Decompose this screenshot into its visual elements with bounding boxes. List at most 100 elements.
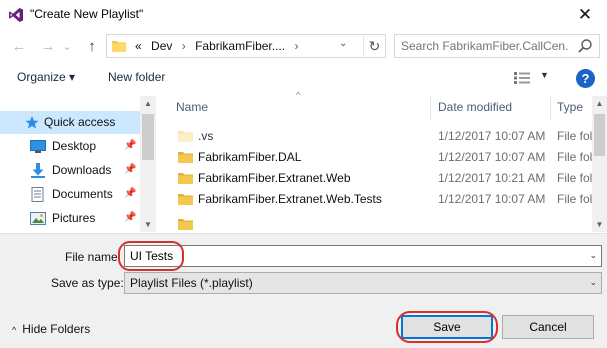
up-arrow-icon: ↑ [88,38,96,55]
sidebar-item-downloads[interactable]: Downloads 📌 [0,159,140,182]
breadcrumb: « Dev › FabrikamFiber.... › [135,39,304,53]
cancel-button[interactable]: Cancel [502,315,594,339]
recent-locations-button[interactable]: ⌄ [60,37,74,57]
new-folder-button[interactable]: New folder [108,70,165,84]
chevron-down-icon[interactable]: ⌄ [589,277,597,288]
refresh-button[interactable]: ↻ [363,36,385,56]
scrollbar-thumb[interactable] [594,114,605,156]
column-header-date-modified[interactable]: Date modified [438,100,512,114]
breadcrumb-fabrikamfiber[interactable]: FabrikamFiber.... [195,39,285,53]
file-row[interactable]: FabrikamFiber.DAL 1/12/2017 10:07 AM Fil… [162,147,592,168]
documents-icon [31,187,44,202]
pin-icon[interactable]: 📌 [124,140,136,151]
column-divider[interactable] [430,96,431,120]
back-button[interactable]: ← [9,37,29,57]
sidebar-item-pictures[interactable]: Pictures 📌 [0,207,140,230]
folder-icon [178,152,193,163]
hide-folders-toggle[interactable]: ^ Hide Folders [12,322,90,336]
scroll-down-arrow-icon[interactable]: ▼ [140,220,156,229]
folder-icon [178,219,193,230]
star-icon [25,115,39,129]
view-dropdown-icon[interactable]: ▼ [540,70,549,80]
search-input[interactable] [401,38,569,54]
breadcrumb-overflow[interactable]: « [135,39,142,53]
navigation-scrollbar[interactable]: ▲ ▼ [140,96,156,232]
forward-button[interactable]: → [38,37,58,57]
save-as-type-select[interactable]: Playlist Files (*.playlist) ⌄ [124,272,602,294]
pin-icon[interactable]: 📌 [124,164,136,175]
scroll-down-arrow-icon[interactable]: ▼ [592,220,607,229]
file-name: .vs [198,129,214,143]
sidebar-item-label: Quick access [44,115,116,129]
sidebar-item-label: Documents [52,187,113,201]
pin-icon[interactable]: 📌 [124,212,136,223]
save-as-type-value: Playlist Files (*.playlist) [130,276,253,290]
help-button[interactable]: ? [576,69,595,88]
file-name: FabrikamFiber.Extranet.Web.Tests [198,192,382,206]
column-divider[interactable] [550,96,551,120]
scroll-up-arrow-icon[interactable]: ▲ [592,99,607,108]
file-type: File folder [557,171,592,185]
chevron-down-icon[interactable]: ⌄ [339,38,347,49]
sidebar-item-desktop[interactable]: Desktop 📌 [0,135,140,158]
chevron-right-icon[interactable]: › [294,39,298,53]
file-date-modified: 1/12/2017 10:07 AM [438,192,546,206]
file-type: File folder [557,192,592,206]
visual-studio-icon [9,8,23,22]
file-list-scrollbar[interactable]: ▲ ▼ [592,96,607,232]
breadcrumb-dev[interactable]: Dev [151,39,172,53]
pictures-icon [30,212,46,225]
view-options-icon[interactable] [513,71,531,85]
folder-icon [178,194,193,205]
desktop-icon [30,140,46,153]
scrollbar-thumb[interactable] [142,114,154,160]
address-bar[interactable]: « Dev › FabrikamFiber.... › ⌄ ↻ [106,34,386,58]
sidebar-item-quick-access[interactable]: Quick access [0,111,140,134]
back-arrow-icon: ← [11,38,27,55]
folder-icon [112,41,126,52]
close-icon: ✕ [577,5,593,24]
up-button[interactable]: ↑ [82,37,102,57]
file-type: File folder [557,129,592,143]
file-row[interactable]: FabrikamFiber.Extranet.Web 1/12/2017 10:… [162,168,592,189]
column-header-type[interactable]: Type [557,100,583,114]
download-icon [31,163,45,178]
search-box[interactable] [394,34,600,58]
sidebar-item-label: Desktop [52,139,97,153]
search-icon [578,39,592,53]
file-date-modified: 1/12/2017 10:07 AM [438,150,546,164]
organize-menu[interactable]: Organize ▾ [17,70,75,84]
file-name: FabrikamFiber.DAL [198,150,302,164]
chevron-down-icon[interactable]: ⌄ [589,250,597,261]
forward-arrow-icon: → [40,38,56,55]
folder-icon [178,173,193,184]
file-list-header [162,96,592,120]
folder-icon [178,131,193,142]
file-name-field[interactable]: ⌄ [124,245,602,267]
scroll-up-arrow-icon[interactable]: ▲ [140,99,156,108]
file-name: FabrikamFiber.Extranet.Web [198,171,351,185]
close-button[interactable]: ✕ [570,2,600,28]
file-row[interactable]: .vs 1/12/2017 10:07 AM File folder [162,126,592,147]
file-date-modified: 1/12/2017 10:07 AM [438,129,546,143]
chevron-down-icon: ⌄ [62,41,72,53]
sidebar-item-documents[interactable]: Documents 📌 [0,183,140,206]
file-date-modified: 1/12/2017 10:21 AM [438,171,546,185]
file-row-partial[interactable] [162,212,592,232]
pin-icon[interactable]: 📌 [124,188,136,199]
sort-ascending-icon: ^ [296,90,301,100]
file-row[interactable]: FabrikamFiber.Extranet.Web.Tests 1/12/20… [162,189,592,210]
help-icon: ? [581,71,590,86]
file-name-input[interactable] [130,248,570,264]
title-bar: "Create New Playlist" ✕ [0,0,607,30]
refresh-icon: ↻ [368,38,381,54]
hide-folders-label: Hide Folders [22,322,91,336]
chevron-right-icon[interactable]: › [182,39,186,53]
chevron-up-icon: ^ [12,325,17,335]
sidebar-item-label: Downloads [52,163,112,177]
file-type: File folder [557,150,592,164]
navigation-pane: Quick access Desktop 📌 Downloads 📌 Docum… [0,96,153,232]
column-header-name[interactable]: Name [176,100,208,114]
save-button[interactable]: Save [401,315,493,339]
window-title: "Create New Playlist" [30,7,144,21]
